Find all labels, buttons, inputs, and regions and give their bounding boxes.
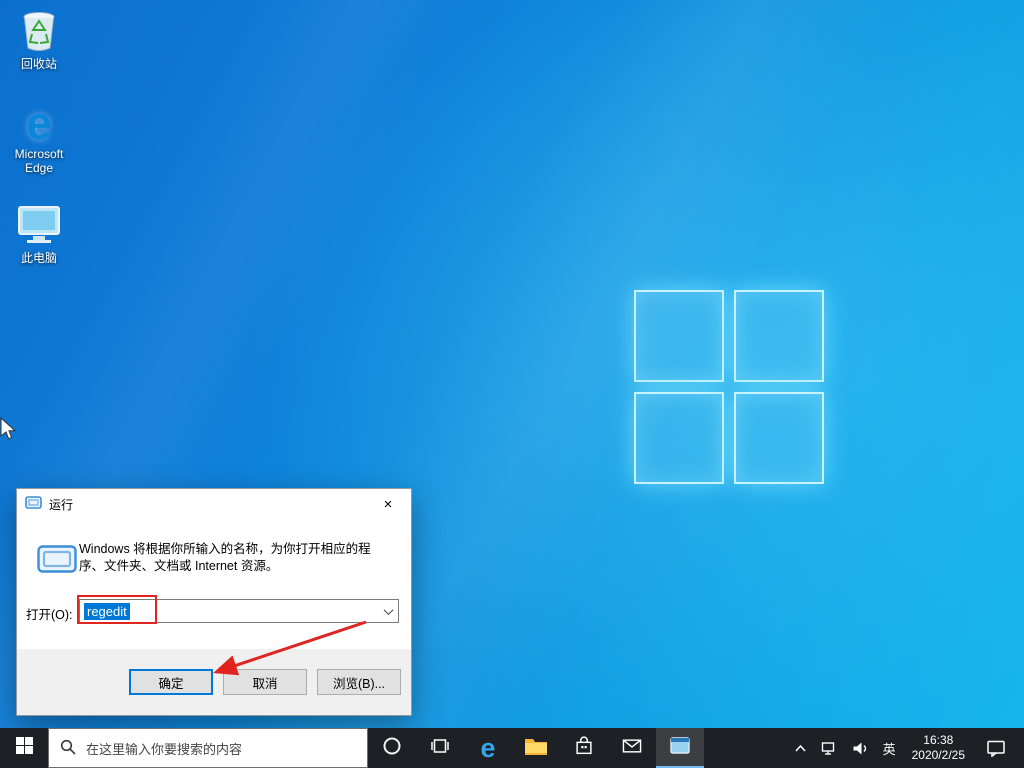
desktop-icon-label: 回收站 [20,57,57,71]
wallpaper-logo-pane [734,290,824,382]
windows-start-icon [15,737,33,759]
recycle-bin-icon [16,10,62,52]
search-icon [60,739,76,758]
taskbar-spacer [704,728,787,768]
mail-icon [621,737,643,760]
tray-chevron-up-icon[interactable] [787,728,814,768]
edge-icon: e [480,732,496,763]
desktop-icon-label: Microsoft Edge [14,147,64,175]
search-placeholder: 在这里输入你要搜索的内容 [86,741,243,757]
chevron-down-icon[interactable] [379,600,398,622]
language-indicator[interactable]: 英 [876,728,903,768]
wallpaper-logo-pane [634,290,724,382]
taskbar-clock[interactable]: 16:38 2020/2/25 [903,728,974,768]
ok-button[interactable]: 确定 [129,669,213,695]
cortana-icon [382,736,402,761]
start-button[interactable] [0,728,48,768]
wallpaper-logo-pane [634,392,724,484]
action-center-button[interactable] [974,728,1018,768]
task-view-icon [430,737,450,760]
taskbar: 在这里输入你要搜索的内容 e 英 16:38 2020/2/25 [0,728,1024,768]
taskbar-item-store[interactable] [560,728,608,768]
windows-wallpaper-logo [634,290,824,484]
run-dialog-footer: 确定 取消 浏览(B)... [17,649,411,715]
desktop-icon-microsoft-edge[interactable]: e Microsoft Edge [2,97,76,175]
edge-icon: e [26,97,52,149]
clock-date: 2020/2/25 [911,748,965,762]
run-dialog-icon [25,496,42,512]
run-command-value[interactable]: regedit [84,602,130,620]
run-command-combobox[interactable]: regedit [79,599,399,623]
browse-button[interactable]: 浏览(B)... [317,669,401,695]
this-pc-icon [16,204,62,246]
task-view-button[interactable] [416,728,464,768]
system-tray: 英 16:38 2020/2/25 [787,728,1024,768]
network-icon[interactable] [814,728,845,768]
taskbar-search-box[interactable]: 在这里输入你要搜索的内容 [48,728,368,768]
cortana-button[interactable] [368,728,416,768]
taskbar-item-edge[interactable]: e [464,728,512,768]
file-explorer-icon [524,736,548,761]
clock-time: 16:38 [923,733,954,747]
volume-icon[interactable] [845,728,876,768]
taskbar-item-file-explorer[interactable] [512,728,560,768]
desktop-icon-recycle-bin[interactable]: 回收站 [2,10,76,72]
run-dialog-description: Windows 将根据你所输入的名称，为你打开相应的程序、文件夹、文档或 Int… [79,542,371,573]
run-dialog-title: 运行 [49,497,74,512]
cancel-button[interactable]: 取消 [223,669,307,695]
open-field-label: 打开(O): [26,608,73,622]
desktop-icon-this-pc[interactable]: 此电脑 [2,204,76,266]
run-dialog-titlebar[interactable]: 运行 × [17,489,411,519]
run-dialog: 运行 × Windows 将根据你所输入的名称，为你打开相应的程序、文件夹、文档… [16,488,412,716]
run-program-icon [37,545,77,576]
active-window-icon [669,736,691,760]
desktop-icon-label: 此电脑 [20,251,57,265]
taskbar-item-mail[interactable] [608,728,656,768]
close-icon[interactable]: × [365,489,411,519]
taskbar-item-active-window[interactable] [656,728,704,768]
store-icon [573,735,595,762]
wallpaper-logo-pane [734,392,824,484]
